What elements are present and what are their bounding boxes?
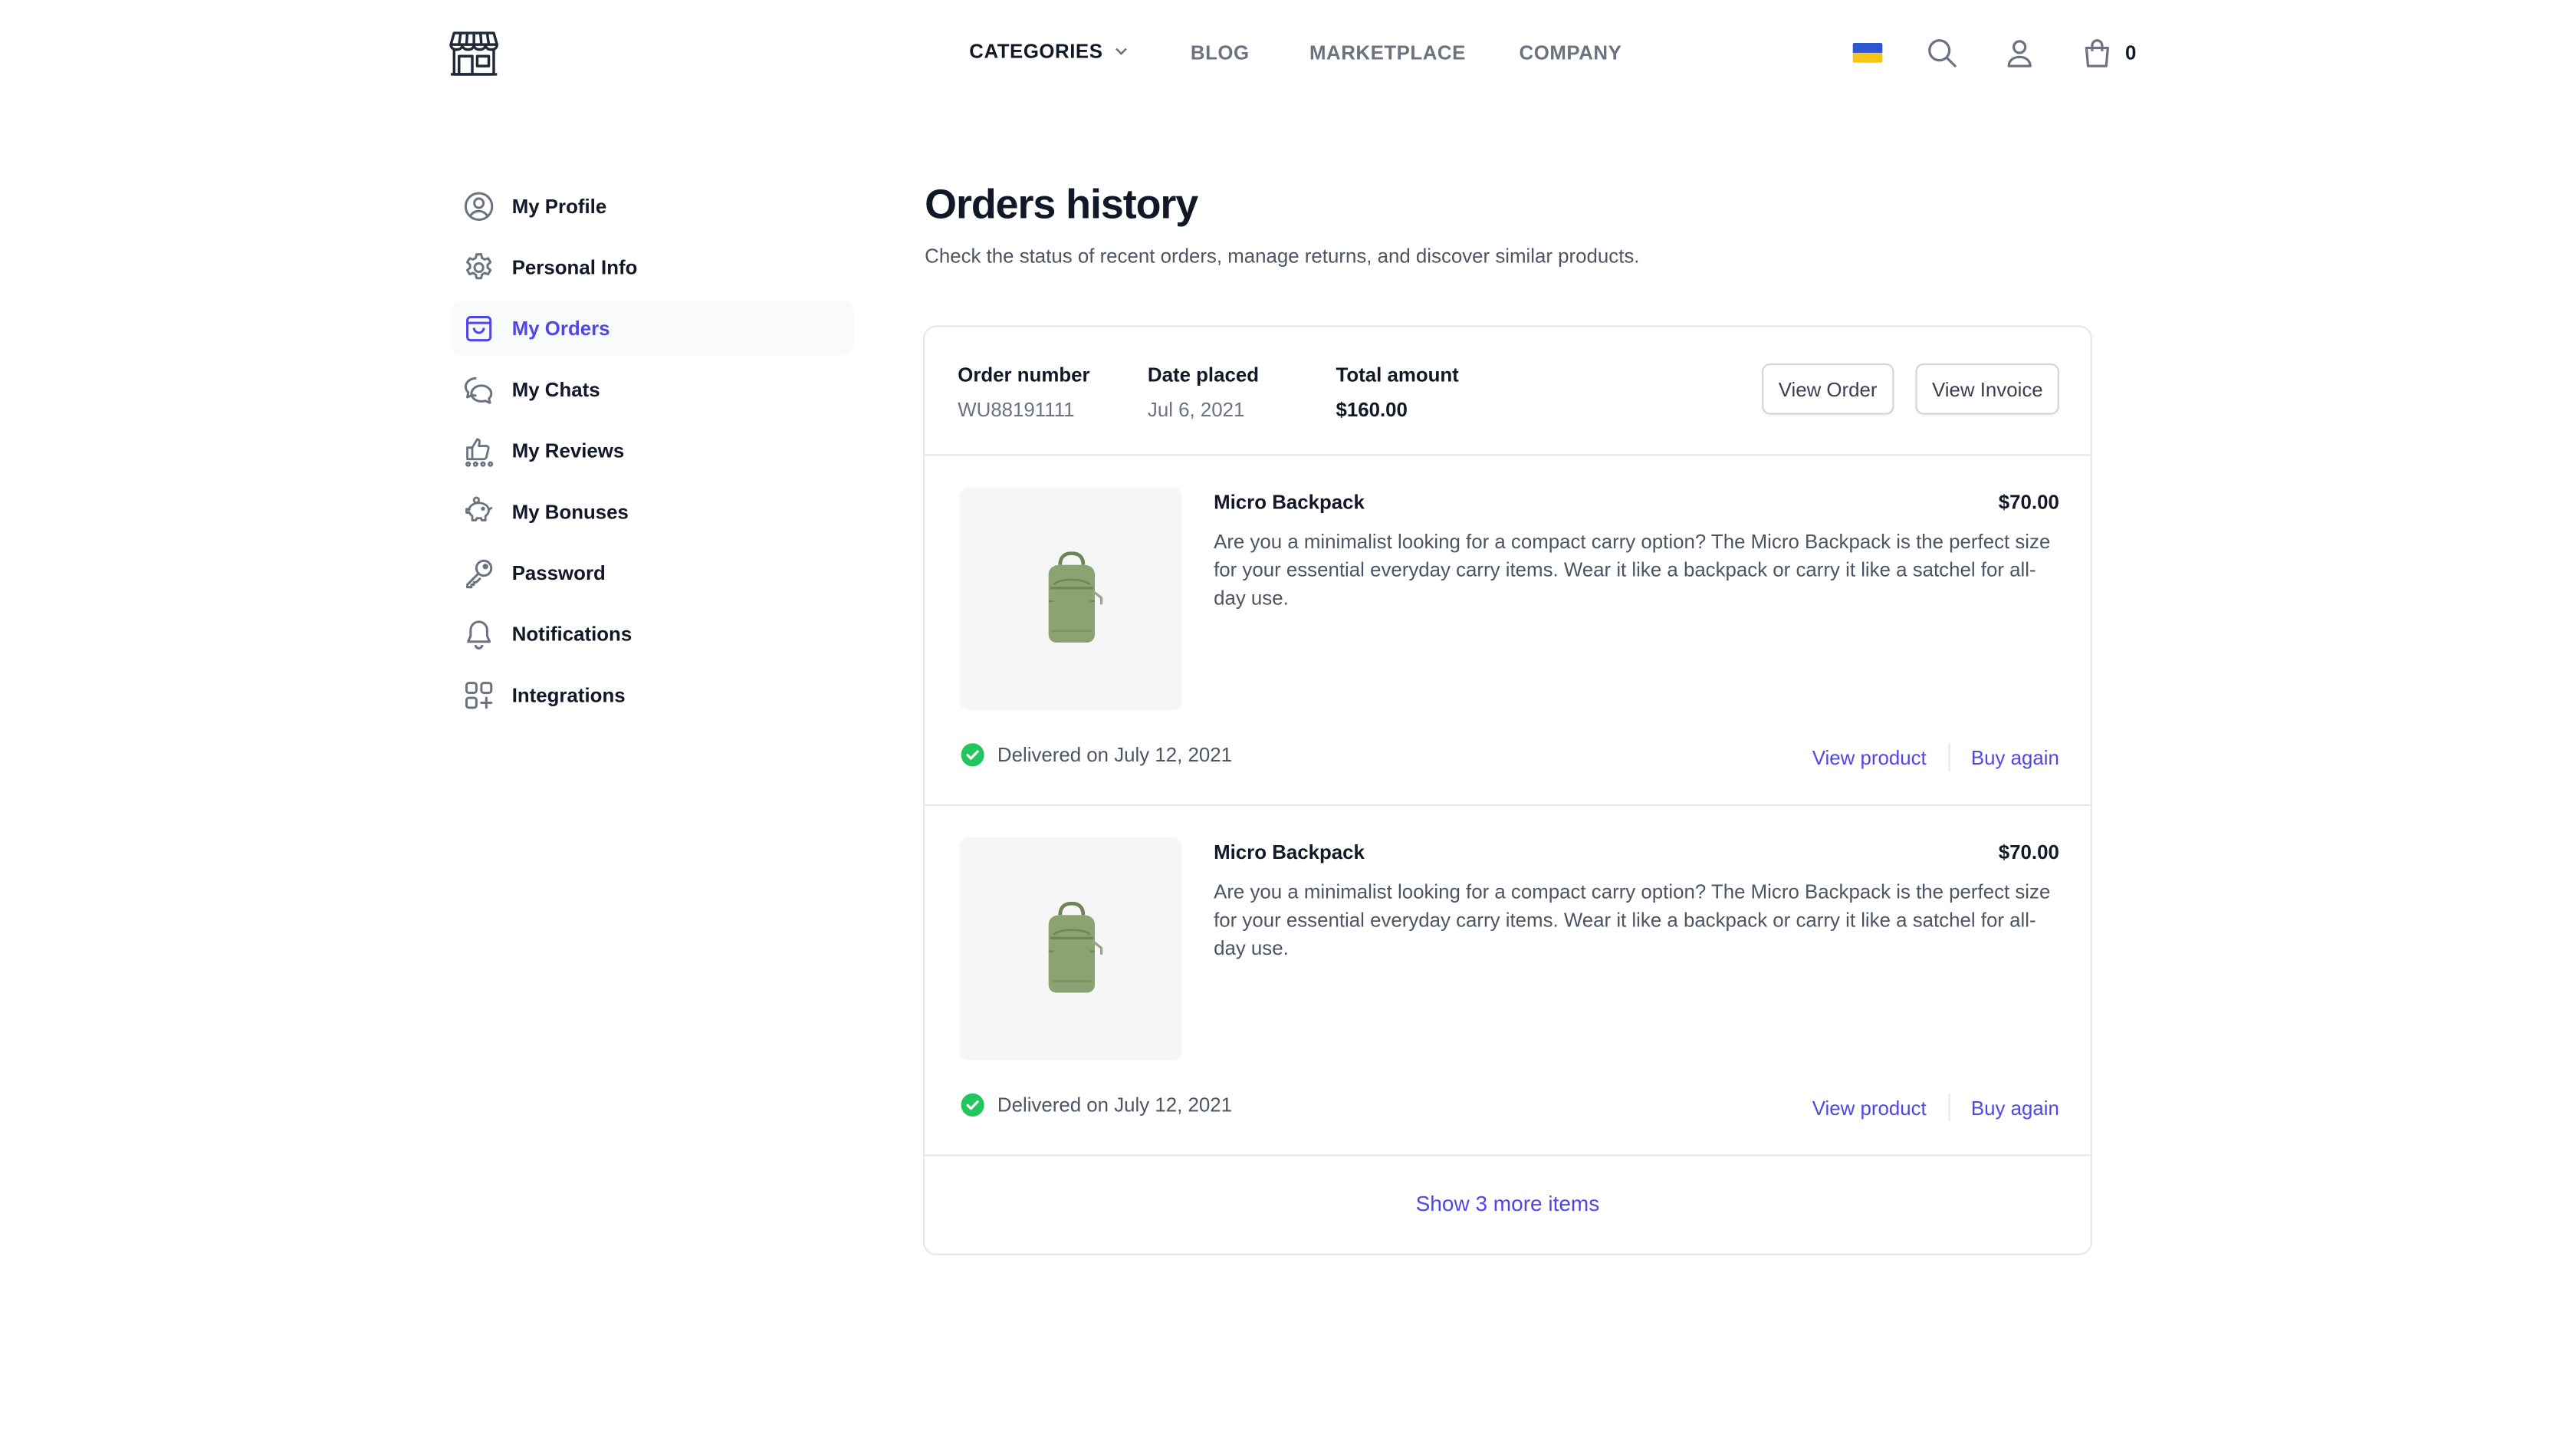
nav-categories-label: CATEGORIES [969, 39, 1103, 63]
sidebar-item-label: Password [511, 561, 606, 584]
product-description: Are you a minimalist looking for a compa… [1214, 530, 2051, 610]
top-navbar: CATEGORIES BLOG MARKETPLACE COMPANY 0 [0, 0, 2576, 106]
sidebar-item-label: Integrations [511, 682, 626, 706]
view-invoice-button[interactable]: View Invoice [1915, 363, 2060, 415]
product-image[interactable] [959, 487, 1183, 711]
item-actions: View product Buy again [1812, 1093, 2059, 1122]
search-icon[interactable] [1925, 36, 1958, 69]
store-logo-icon[interactable] [449, 28, 499, 78]
date-placed-label: Date placed [1147, 363, 1260, 386]
sidebar-item-label: My Chats [511, 377, 600, 401]
nav-blog[interactable]: BLOG [1191, 41, 1250, 64]
divider [1947, 743, 1950, 771]
backpack-icon [1047, 900, 1102, 992]
order-number-value: WU88191111 [958, 398, 1075, 422]
view-product-link[interactable]: View product [1812, 1096, 1927, 1119]
nav-categories[interactable]: CATEGORIES [969, 40, 1129, 63]
sidebar-item-personal-info[interactable]: Personal Info [451, 239, 854, 294]
sidebar-item-label: Notifications [511, 621, 632, 646]
sidebar-item-label: My Bonuses [511, 499, 629, 523]
sidebar-item-my-profile[interactable]: My Profile [451, 179, 854, 233]
product-name: Micro Backpack [1214, 490, 1365, 514]
account-sidebar: My Profile Personal Info My Orders My Ch… [450, 179, 854, 729]
order-item: Micro Backpack $70.00 Are you a minimali… [925, 804, 2091, 1156]
chat-bubbles-icon [462, 373, 495, 406]
view-order-button[interactable]: View Order [1762, 363, 1894, 415]
thumbs-up-icon [462, 433, 495, 466]
sidebar-item-label: My Orders [511, 316, 610, 340]
shopping-bag-icon [462, 311, 495, 344]
user-circle-icon [462, 189, 495, 222]
product-price: $70.00 [1998, 490, 2059, 514]
delivery-status: Delivered on July 12, 2021 [961, 1093, 1232, 1117]
product-price: $70.00 [1998, 840, 2059, 864]
cart-count: 0 [2124, 41, 2137, 64]
bell-icon [462, 617, 495, 650]
product-name: Micro Backpack [1214, 840, 1365, 864]
page-subtitle: Check the status of recent orders, manag… [925, 244, 1640, 268]
buy-again-link[interactable]: Buy again [1971, 745, 2059, 768]
backpack-icon [1047, 551, 1102, 642]
sidebar-item-label: My Reviews [511, 438, 625, 462]
product-image[interactable] [959, 837, 1183, 1061]
divider [1947, 1093, 1950, 1122]
piggy-bank-icon [462, 495, 495, 528]
date-placed: Date placed Jul 6, 2021 [1148, 363, 1259, 421]
order-number-label: Order number [958, 363, 1090, 386]
nav-company[interactable]: COMPANY [1520, 41, 1622, 64]
order-item: Micro Backpack $70.00 Are you a minimali… [925, 454, 2091, 807]
sidebar-item-password[interactable]: Password [451, 545, 854, 600]
sidebar-item-notifications[interactable]: Notifications [451, 606, 854, 660]
squares-plus-icon [462, 678, 495, 711]
order-summary: Order number WU88191111 Date placed Jul … [925, 327, 2091, 456]
sidebar-item-my-orders[interactable]: My Orders [450, 300, 854, 356]
gear-icon [462, 250, 495, 283]
order-number: Order number WU88191111 [958, 363, 1089, 421]
sidebar-item-my-chats[interactable]: My Chats [451, 362, 854, 416]
nav-marketplace[interactable]: MARKETPLACE [1309, 41, 1466, 64]
check-circle-icon [961, 1093, 984, 1117]
total-amount-label: Total amount [1336, 363, 1459, 386]
order-card: Order number WU88191111 Date placed Jul … [922, 325, 2092, 1255]
sidebar-item-integrations[interactable]: Integrations [451, 667, 854, 722]
sidebar-item-label: Personal Info [511, 255, 638, 278]
total-amount: Total amount $160.00 [1336, 363, 1458, 421]
sidebar-item-my-bonuses[interactable]: My Bonuses [451, 484, 854, 538]
delivery-status-text: Delivered on July 12, 2021 [997, 743, 1232, 767]
total-amount-value: $160.00 [1336, 398, 1408, 422]
show-more-items-button[interactable]: Show 3 more items [925, 1153, 2091, 1253]
flag-ukraine-icon[interactable] [1852, 42, 1883, 63]
shopping-bag-icon[interactable] [2081, 36, 2114, 69]
key-icon [462, 556, 495, 589]
check-circle-icon [961, 743, 984, 767]
user-icon[interactable] [2003, 36, 2036, 69]
buy-again-link[interactable]: Buy again [1971, 1096, 2059, 1119]
product-description: Are you a minimalist looking for a compa… [1214, 880, 2051, 960]
view-product-link[interactable]: View product [1812, 745, 1927, 768]
date-placed-value: Jul 6, 2021 [1147, 398, 1245, 422]
chevron-down-icon [1115, 48, 1127, 55]
sidebar-item-label: My Profile [511, 194, 607, 218]
sidebar-item-my-reviews[interactable]: My Reviews [451, 423, 854, 477]
delivery-status-text: Delivered on July 12, 2021 [997, 1093, 1232, 1117]
delivery-status: Delivered on July 12, 2021 [961, 743, 1232, 767]
page-title: Orders history [925, 181, 1198, 229]
item-actions: View product Buy again [1812, 743, 2059, 771]
